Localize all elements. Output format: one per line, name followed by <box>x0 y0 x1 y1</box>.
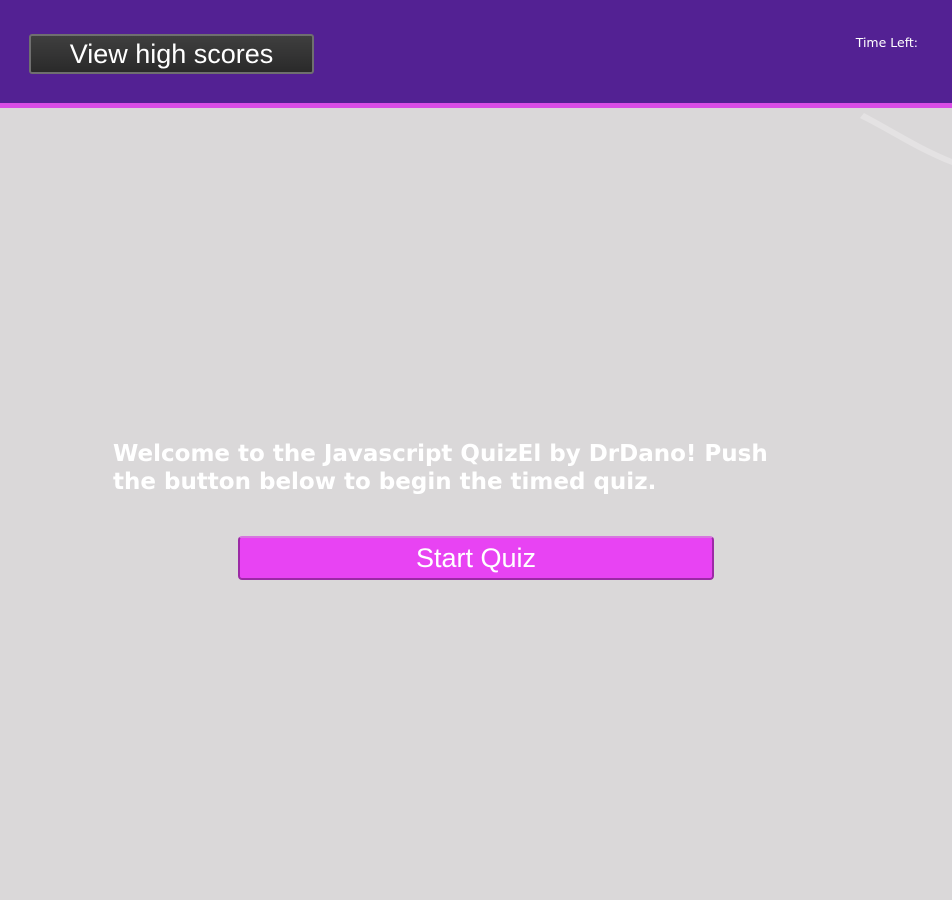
timer: Time Left: <box>856 35 922 50</box>
start-quiz-button[interactable]: Start Quiz <box>238 536 714 580</box>
timer-label: Time Left: <box>855 35 918 50</box>
decorative-swoosh <box>860 113 952 165</box>
view-high-scores-button[interactable]: View high scores <box>29 34 314 74</box>
page-header: View high scores Time Left: <box>0 0 952 108</box>
quiz-page: View high scores Time Left: Welcome to t… <box>0 0 952 900</box>
welcome-message: Welcome to the Javascript QuizEl by DrDa… <box>113 441 768 495</box>
